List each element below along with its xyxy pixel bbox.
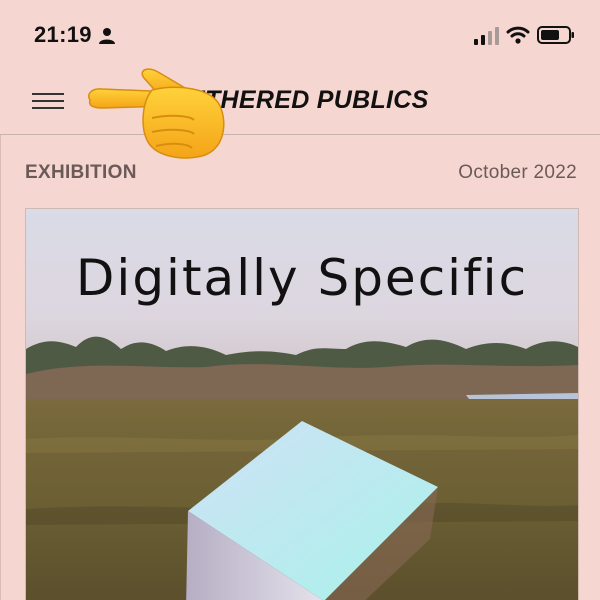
battery-icon [537, 26, 574, 44]
person-icon [99, 28, 115, 44]
feature-image-card[interactable]: Digitally Specific [25, 208, 579, 600]
wifi-icon [506, 26, 530, 44]
article-content: EXHIBITION October 2022 Digitally Specif… [0, 135, 600, 600]
article-category[interactable]: EXHIBITION [25, 162, 137, 184]
menu-icon[interactable] [32, 93, 64, 111]
article-date: October 2022 [458, 162, 577, 183]
status-bar: 21:19 [0, 0, 600, 66]
signal-icon [474, 27, 499, 45]
status-time: 21:19 [34, 22, 92, 47]
app-screen: 21:19 ETHERED PUBLICS EXHIBITION October… [0, 0, 600, 600]
feature-title: Digitally Specific [75, 249, 529, 307]
